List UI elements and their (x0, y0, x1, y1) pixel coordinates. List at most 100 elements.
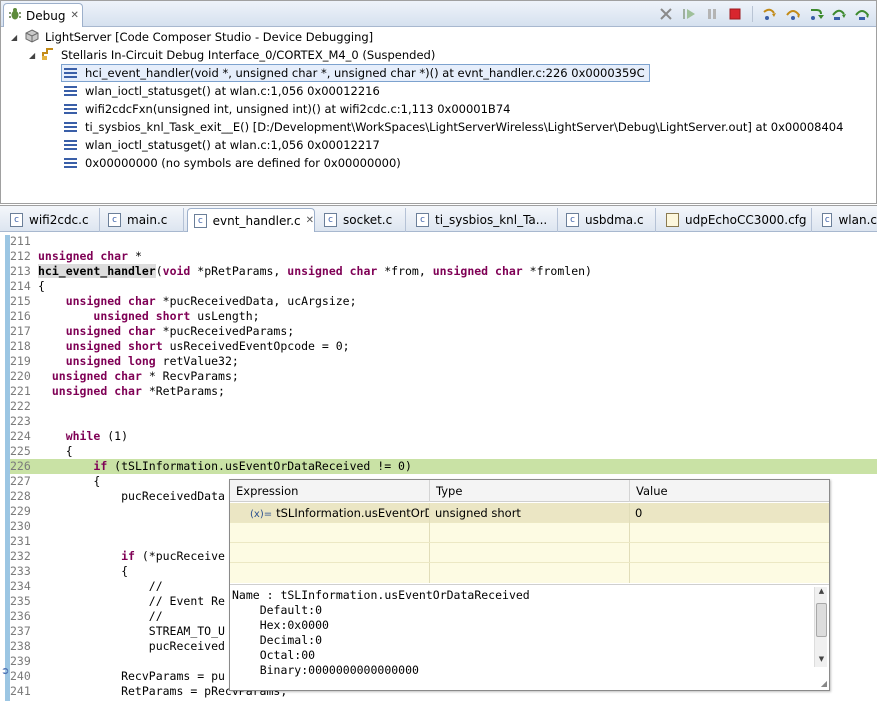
line-text: unsigned short usLength; (93, 309, 260, 323)
code-line[interactable]: 216 unsigned short usLength; (10, 309, 877, 324)
close-icon[interactable]: ✕ (70, 10, 78, 21)
stack-frame-2[interactable]: wifi2cdcFxn(unsigned int, unsigned int)(… (64, 100, 510, 118)
remove-all-terminated-icon[interactable] (658, 6, 674, 22)
expression-row[interactable]: (x)=tSLInformation.usEventOrDataReceived… (230, 503, 829, 523)
assembly-step-into-icon[interactable] (831, 6, 847, 22)
code-line[interactable]: 215 unsigned char *pucReceivedData, ucAr… (10, 294, 877, 309)
stack-frame-icon (64, 68, 77, 78)
line-text: STREAM_TO_U (38, 624, 225, 638)
tree-item-session[interactable]: ◢ LightServer [Code Composer Studio - De… (11, 28, 373, 46)
scroll-thumb[interactable] (816, 603, 827, 637)
line-number: 225 (10, 444, 31, 458)
empty-row (230, 543, 829, 563)
line-number: 213 (10, 264, 31, 278)
code-line[interactable]: 214 { (10, 279, 877, 294)
step-over-icon[interactable] (785, 6, 801, 22)
line-text: { (38, 564, 129, 578)
detail-binary: Binary:0000000000000000 (232, 663, 419, 677)
column-expression[interactable]: Expression (230, 480, 430, 502)
stack-frame-3[interactable]: ti_sysbios_knl_Task_exit__E() [D:/Develo… (64, 118, 843, 136)
line-number: 237 (10, 624, 31, 638)
expression-hover-popup: Expression Type Value (x)= tSLInformation… (229, 479, 830, 691)
code-line[interactable]: 219 unsigned long retValue32; (10, 354, 877, 369)
code-line[interactable]: 223 (10, 414, 877, 429)
detail-decimal: Decimal:0 (232, 633, 323, 647)
code-line[interactable]: 218 unsigned short usReceivedEventOpcode… (10, 339, 877, 354)
line-number: 212 (10, 249, 31, 263)
line-text: pucReceived (38, 639, 225, 653)
line-number: 227 (10, 474, 31, 488)
tab-udp-echo-cfg[interactable]: udpEchoCC3000.cfg (660, 208, 812, 232)
debug-tree: ◢ LightServer [Code Composer Studio - De… (1, 27, 876, 197)
scroll-down-icon[interactable]: ▼ (815, 655, 828, 667)
tab-wlan[interactable]: c wlan.c (816, 208, 877, 232)
step-return-icon[interactable] (808, 6, 824, 22)
tab-debug[interactable]: Debug ✕ (3, 3, 83, 27)
stack-frame-4[interactable]: wlan_ioctl_statusget() at wlan.c:1,056 0… (64, 136, 380, 154)
line-number: 240 (10, 669, 31, 683)
line-number: 219 (10, 354, 31, 368)
stack-frame-0[interactable]: hci_event_handler(void *, unsigned char … (61, 64, 650, 82)
code-line[interactable]: 222 (10, 399, 877, 414)
detail-default: Default:0 (232, 603, 323, 617)
stack-frame-label: wifi2cdcFxn(unsigned int, unsigned int)(… (85, 102, 511, 116)
line-text: if (*pucReceive (121, 549, 225, 563)
code-line[interactable]: 212 unsigned char * (10, 249, 877, 264)
stack-frame-1[interactable]: wlan_ioctl_statusget() at wlan.c:1,056 0… (64, 82, 380, 100)
code-line[interactable]: 217 unsigned char *pucReceivedParams; (10, 324, 877, 339)
tab-wifi2cdc[interactable]: c wifi2cdc.c (4, 208, 100, 232)
tab-label: main.c (127, 213, 168, 227)
column-value[interactable]: Value (630, 480, 829, 502)
code-line[interactable]: 220 unsigned char * RecvParams; (10, 369, 877, 384)
expand-triangle-icon[interactable]: ◢ (11, 33, 21, 42)
tab-evnt-handler[interactable]: c evnt_handler.c ✕ (187, 208, 315, 232)
close-icon[interactable]: ✕ (306, 215, 314, 226)
editor-tabbar: c wifi2cdc.c c main.c c evnt_handler.c ✕… (0, 206, 877, 232)
detail-pane[interactable]: Name : tSLInformation.usEventOrDataRecei… (230, 584, 829, 690)
column-type[interactable]: Type (430, 480, 630, 502)
tab-usbdma[interactable]: c usbdma.c (560, 208, 656, 232)
assembly-step-over-icon[interactable] (854, 6, 870, 22)
code-line[interactable]: 225 { (10, 444, 877, 459)
terminate-icon[interactable] (727, 6, 743, 22)
line-text: // (38, 609, 163, 623)
expand-triangle-icon[interactable]: ◢ (29, 51, 39, 60)
detail-scrollbar[interactable]: ▲ ▼ (814, 587, 827, 667)
resume-icon[interactable] (681, 6, 697, 22)
tab-main[interactable]: c main.c (102, 208, 184, 232)
current-instruction-line[interactable]: 226 if (tSLInformation.usEventOrDataRece… (10, 459, 877, 474)
line-text: // (38, 579, 163, 593)
code-line[interactable]: 224 while (1) (10, 429, 877, 444)
line-number: 232 (10, 549, 31, 563)
detail-name: Name : tSLInformation.usEventOrDataRecei… (232, 588, 530, 602)
tab-ti-sysbios[interactable]: c ti_sysbios_knl_Ta... (410, 208, 558, 232)
instruction-pointer-icon: ➲ (1, 666, 10, 677)
code-line[interactable]: 213 hci_event_handler(void *pRetParams, u… (10, 264, 877, 279)
step-into-icon[interactable] (762, 6, 778, 22)
stack-frame-5[interactable]: 0x00000000 (no symbols are defined for 0… (64, 154, 401, 172)
stack-frame-icon (64, 122, 77, 132)
tree-item-target[interactable]: ◢ Stellaris In-Circuit Debug Interface_0… (29, 46, 435, 64)
code-line[interactable]: 211 (10, 234, 877, 249)
scroll-up-icon[interactable]: ▲ (815, 587, 828, 599)
line-text: pucReceivedData (38, 489, 225, 503)
line-number: 234 (10, 579, 31, 593)
line-text: unsigned short usReceivedEventOpcode = 0… (65, 339, 350, 353)
line-number: 224 (10, 429, 31, 443)
resize-grip-icon[interactable]: ◢ (821, 679, 827, 688)
line-text: unsigned char * (38, 249, 142, 263)
suspend-icon[interactable] (704, 6, 720, 22)
stack-frame-icon (64, 86, 77, 96)
line-number: 235 (10, 594, 31, 608)
tab-socket[interactable]: c socket.c (318, 208, 406, 232)
line-number: 218 (10, 339, 31, 353)
tab-label: socket.c (343, 213, 393, 227)
debug-toolbar (658, 6, 870, 22)
tab-label: wlan.c (838, 213, 877, 227)
line-text: unsigned char *pucReceivedData, ucArgsiz… (65, 294, 357, 308)
line-text: while (1) (65, 429, 129, 443)
value-cell[interactable]: 0 (630, 503, 829, 523)
expression-cell: tSLInformation.usEventOrDataReceived (276, 506, 429, 520)
line-text: unsigned char *RetParams; (51, 384, 225, 398)
code-line[interactable]: 221 unsigned char *RetParams; (10, 384, 877, 399)
